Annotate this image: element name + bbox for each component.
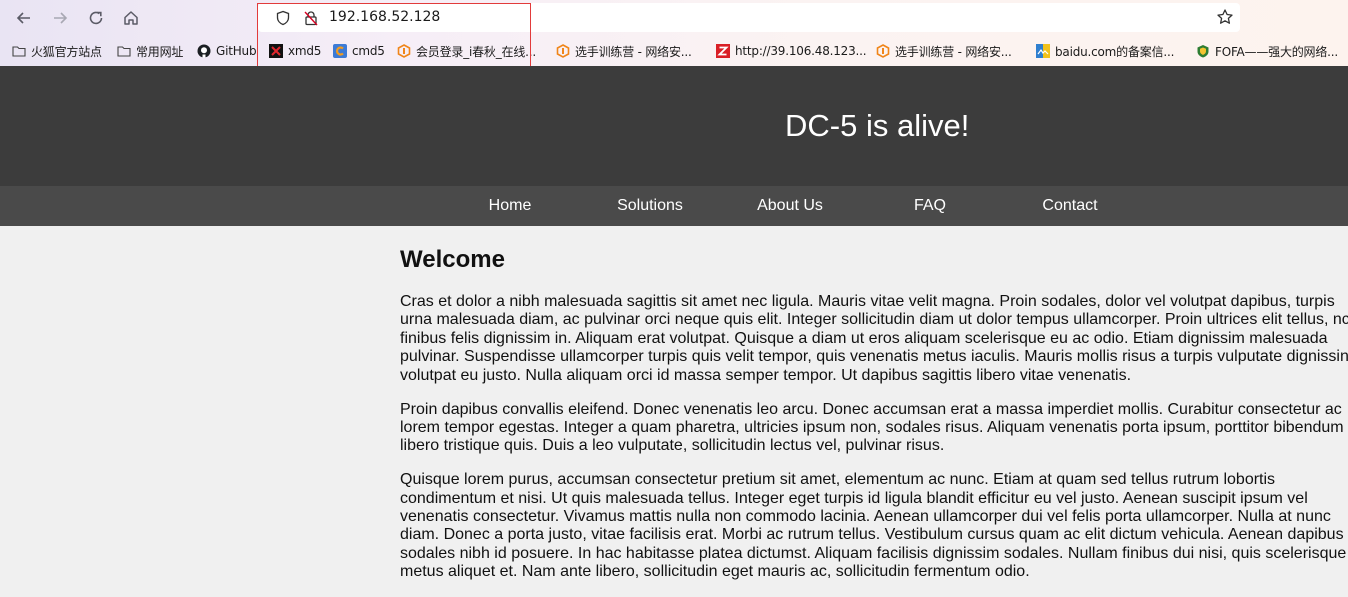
cmd5-icon — [333, 44, 347, 58]
text-line: Proin dapibus convallis eleifend. Donec … — [400, 400, 1342, 418]
main-content: Welcome Cras et dolor a nibh malesuada s… — [400, 246, 1348, 597]
bookmark-training[interactable]: 选手训练营 - 网络安... — [876, 43, 1012, 59]
bookmark-label: cmd5 — [352, 44, 385, 58]
bookmark-xmd5[interactable]: xmd5 — [269, 43, 321, 59]
nav-solutions[interactable]: Solutions — [580, 197, 720, 215]
folder-icon — [12, 44, 26, 58]
text-line: metus aliquet et. Nam ante libero, solli… — [400, 563, 1030, 581]
paragraph: Proin dapibus convallis eleifend. Donec … — [400, 401, 1348, 456]
text-line: lorem tempor egestas. Integer a quam pha… — [400, 418, 1344, 436]
bookmark-github[interactable]: GitHub — [197, 43, 257, 59]
text-line: pulvinar. Suspendisse ullamcorper turpis… — [400, 348, 1348, 366]
text-line: urna malesuada diam, ac pulvinar orci ne… — [400, 311, 1348, 329]
bookmark-label: 火狐官方站点 — [31, 44, 102, 59]
text-line: finibus felis dignissim in. Aliquam erat… — [400, 329, 1328, 347]
home-icon — [124, 11, 138, 25]
nav-about-us[interactable]: About Us — [720, 197, 860, 215]
insecure-lock-icon[interactable] — [303, 10, 319, 26]
bookmark-label: 选手训练营 - 网络安... — [575, 44, 692, 59]
page-heading: Welcome — [400, 246, 505, 273]
ichunqiu-icon — [876, 44, 890, 58]
text-line: venenatis consectetur. Vivamus mattis nu… — [400, 508, 1331, 526]
site-nav: Home Solutions About Us FAQ Contact — [0, 186, 1348, 226]
bookmark-label: 选手训练营 - 网络安... — [895, 44, 1012, 59]
bookmark-cmd5[interactable]: cmd5 — [333, 43, 385, 59]
forward-button[interactable] — [48, 6, 72, 30]
text-line: diam. Donec a porta justo, vitae facilis… — [400, 526, 1344, 544]
browser-toolbar: 192.168.52.128 火狐官方站点 常用网址 GitHub xmd5 c… — [0, 0, 1348, 66]
text-line: Quisque lorem purus, accumsan consectetu… — [400, 471, 1276, 489]
bookmark-training[interactable]: 选手训练营 - 网络安... — [556, 43, 692, 59]
bookmark-ichunqiu[interactable]: 会员登录_i春秋_在线... — [397, 43, 536, 59]
text-line: Cras et dolor a nibh malesuada sagittis … — [400, 293, 1335, 310]
reload-icon — [89, 11, 103, 25]
text-line: condimentum et nisi. Ut quis malesuada t… — [400, 489, 1308, 507]
bookmark-folder[interactable]: 常用网址 — [117, 43, 183, 59]
bookmarks-toolbar: 火狐官方站点 常用网址 GitHub xmd5 cmd5 会员登录_i春秋_在线… — [0, 38, 1348, 64]
fofa-icon — [1196, 44, 1210, 58]
folder-icon — [117, 44, 131, 58]
bookmark-beian[interactable]: baidu.com的备案信... — [1036, 43, 1174, 59]
bookmark-label: baidu.com的备案信... — [1055, 44, 1175, 59]
nav-contact[interactable]: Contact — [1000, 197, 1140, 215]
xmd5-icon — [269, 44, 283, 58]
ichunqiu-icon — [397, 44, 411, 58]
bookmark-label: http://39.106.48.123... — [735, 44, 867, 58]
zentao-icon — [716, 44, 730, 58]
nav-faq[interactable]: FAQ — [860, 197, 1000, 215]
paragraph: Cras et dolor a nibh malesuada sagittis … — [400, 293, 1348, 385]
reload-button[interactable] — [84, 6, 108, 30]
bookmark-label: 会员登录_i春秋_在线... — [416, 44, 536, 59]
paragraph: Quisque lorem purus, accumsan consectetu… — [400, 471, 1348, 581]
site-title: DC-5 is alive! — [785, 108, 970, 143]
bookmark-label: 常用网址 — [136, 44, 184, 59]
beian-icon — [1036, 44, 1050, 58]
back-button[interactable] — [12, 6, 36, 30]
bookmark-label: xmd5 — [288, 44, 322, 58]
bookmark-folder[interactable]: 火狐官方站点 — [12, 43, 102, 59]
url-text[interactable]: 192.168.52.128 — [329, 9, 440, 25]
bookmark-label: FOFA——强大的网络... — [1215, 44, 1339, 59]
arrow-left-icon — [16, 12, 30, 24]
nav-home[interactable]: Home — [440, 197, 580, 215]
shield-icon[interactable] — [275, 10, 291, 26]
home-button[interactable] — [119, 6, 143, 30]
bookmark-ip[interactable]: http://39.106.48.123... — [716, 43, 867, 59]
github-icon — [197, 44, 211, 58]
ichunqiu-icon — [556, 44, 570, 58]
text-line: libero tristique quis. Duis a leo vulput… — [400, 437, 945, 455]
bookmark-label: GitHub — [216, 44, 257, 58]
arrow-right-icon — [54, 12, 68, 24]
site-header: DC-5 is alive! — [0, 66, 1348, 186]
bookmark-star-icon[interactable] — [1216, 8, 1234, 26]
address-bar[interactable]: 192.168.52.128 — [258, 3, 1240, 32]
text-line: sodales nibh id posuere. In hac habitass… — [400, 544, 1347, 562]
bookmark-fofa[interactable]: FOFA——强大的网络... — [1196, 43, 1338, 59]
text-line: volutpat eu justo. Nulla aliquam orci id… — [400, 366, 1132, 384]
